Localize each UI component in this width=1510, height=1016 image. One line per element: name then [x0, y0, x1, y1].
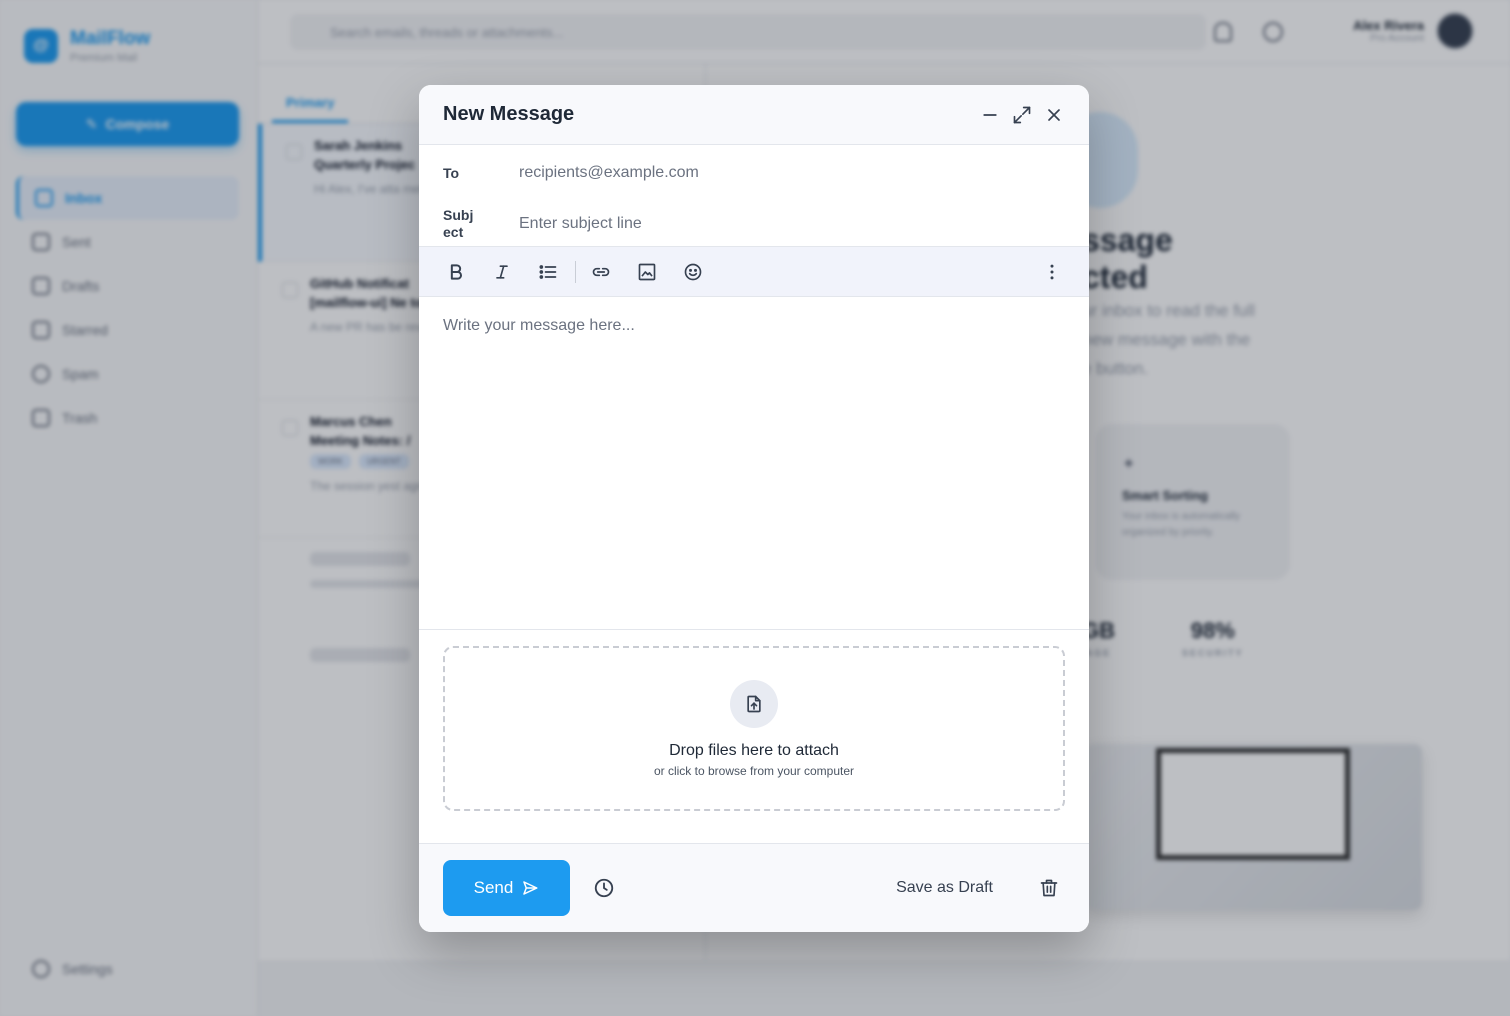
toolbar-divider [575, 260, 576, 283]
emoji-icon[interactable] [682, 261, 704, 283]
send-icon [523, 881, 538, 895]
to-field[interactable] [519, 164, 1065, 182]
trash-icon[interactable] [1037, 876, 1061, 900]
compose-modal: New Message To Subj ect [419, 85, 1089, 932]
more-options-icon[interactable] [1041, 261, 1063, 283]
dropzone-title: Drop files here to attach [669, 741, 839, 759]
file-upload-icon [730, 679, 778, 728]
modal-title: New Message [443, 103, 575, 125]
window-controls [979, 104, 1065, 126]
subject-field[interactable] [519, 214, 1065, 233]
schedule-clock-icon[interactable] [592, 876, 616, 900]
close-icon[interactable] [1043, 104, 1065, 126]
formatting-toolbar [419, 247, 1089, 297]
attachment-section: Drop files here to attach or click to br… [419, 630, 1089, 844]
bullet-list-icon[interactable] [537, 261, 559, 283]
link-icon[interactable] [590, 261, 612, 283]
attachment-dropzone[interactable]: Drop files here to attach or click to br… [443, 646, 1065, 811]
to-row: To [419, 145, 1089, 201]
expand-icon[interactable] [1011, 104, 1033, 126]
modal-footer: Send Save as Draft [419, 844, 1089, 932]
to-label: To [443, 164, 460, 181]
minimize-icon[interactable] [979, 104, 1001, 126]
image-icon[interactable] [636, 261, 658, 283]
italic-icon[interactable] [491, 261, 513, 283]
message-body [419, 297, 1089, 630]
save-draft-button[interactable]: Save as Draft [896, 879, 993, 897]
modal-header: New Message [419, 85, 1089, 145]
subject-label: Subj ect [443, 206, 474, 240]
message-textarea[interactable] [443, 317, 1065, 609]
subject-row: Subj ect [419, 201, 1089, 247]
send-button[interactable]: Send [443, 860, 570, 916]
send-label: Send [473, 878, 514, 897]
bold-icon[interactable] [445, 261, 467, 283]
dropzone-subtitle: or click to browse from your computer [653, 763, 855, 778]
